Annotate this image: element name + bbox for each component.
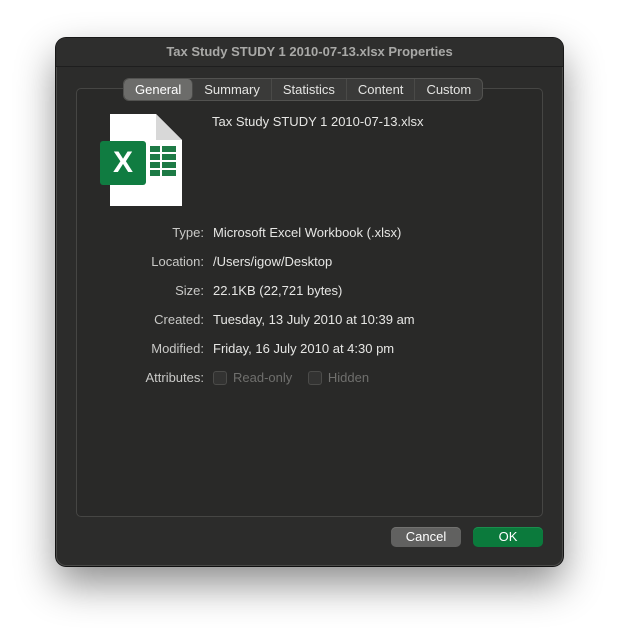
excel-x-letter: X <box>113 146 133 179</box>
type-value: Microsoft Excel Workbook (.xlsx) <box>213 225 402 240</box>
hidden-label: Hidden <box>327 370 370 385</box>
type-label: Type: <box>172 225 204 240</box>
attributes-row: Attributes: Read-only Hidden <box>56 369 563 387</box>
read-only-label: Read-only <box>233 370 293 385</box>
created-value: Tuesday, 13 July 2010 at 10:39 am <box>213 312 415 327</box>
location-label: Location: <box>151 254 204 269</box>
tab-content[interactable]: Content <box>347 79 416 100</box>
ok-button[interactable]: OK <box>473 527 543 547</box>
window-title: Tax Study STUDY 1 2010-07-13.xlsx Proper… <box>56 38 563 67</box>
modified-value: Friday, 16 July 2010 at 4:30 pm <box>213 341 395 356</box>
location-row: Location: /Users/igow/Desktop <box>56 253 563 271</box>
size-label: Size: <box>175 283 204 298</box>
excel-file-icon: X <box>100 114 182 206</box>
created-label: Created: <box>154 312 204 327</box>
tab-custom[interactable]: Custom <box>415 79 482 100</box>
desktop-background: Tax Study STUDY 1 2010-07-13.xlsx Proper… <box>0 0 619 641</box>
file-name: Tax Study STUDY 1 2010-07-13.xlsx <box>212 114 424 129</box>
attributes-label: Attributes: <box>145 370 204 385</box>
size-row: Size: 22.1KB (22,721 bytes) <box>56 282 563 300</box>
cancel-button[interactable]: Cancel <box>391 527 461 547</box>
tab-bar: General Summary Statistics Content Custo… <box>123 78 484 101</box>
properties-dialog: Tax Study STUDY 1 2010-07-13.xlsx Proper… <box>56 38 563 566</box>
tab-statistics[interactable]: Statistics <box>272 79 347 100</box>
size-value: 22.1KB (22,721 bytes) <box>213 283 343 298</box>
created-row: Created: Tuesday, 13 July 2010 at 10:39 … <box>56 311 563 329</box>
modified-row: Modified: Friday, 16 July 2010 at 4:30 p… <box>56 340 563 358</box>
hidden-checkbox[interactable] <box>307 370 322 385</box>
modified-label: Modified: <box>151 341 204 356</box>
location-value: /Users/igow/Desktop <box>213 254 333 269</box>
type-row: Type: Microsoft Excel Workbook (.xlsx) <box>56 224 563 242</box>
read-only-checkbox[interactable] <box>213 370 227 385</box>
tab-general[interactable]: General <box>124 79 194 100</box>
tab-summary[interactable]: Summary <box>193 79 272 100</box>
attributes-values: Read-only Hidden <box>213 369 381 387</box>
